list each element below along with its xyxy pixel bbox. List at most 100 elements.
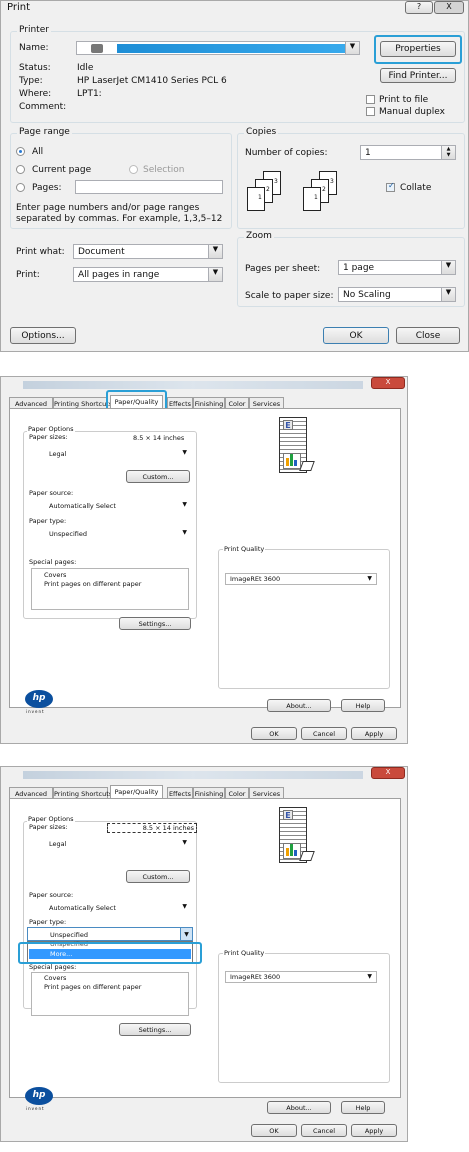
copies-spinner[interactable]: ▲ ▼	[441, 146, 455, 159]
cancel-button[interactable]: Cancel	[301, 1124, 347, 1137]
print-quality-select[interactable]: ImageREt 3600 ▼	[225, 971, 377, 983]
paper-type-label: Paper type:	[29, 517, 67, 525]
tab-effects[interactable]: Effects	[167, 787, 193, 798]
tab-printing-shortcuts[interactable]: Printing Shortcuts	[53, 787, 112, 798]
properties-button[interactable]: Properties	[380, 41, 456, 57]
paper-size-selected: Legal	[49, 450, 67, 458]
close-dialog-button[interactable]: Close	[396, 327, 460, 344]
name-label: Name:	[19, 43, 49, 53]
current-page-radio[interactable]	[16, 165, 25, 174]
chevron-down-icon: ▼	[367, 973, 372, 980]
paper-size-select[interactable]: Legal ▼	[31, 838, 191, 850]
print-dialog: Print ? X Printer Name: ▼ Properties Sta…	[0, 0, 469, 352]
paper-type-select[interactable]: Unspecified ▼	[27, 927, 193, 941]
options-button[interactable]: Options...	[10, 327, 76, 344]
tab-color[interactable]: Color	[225, 397, 249, 408]
help-button[interactable]: Help	[341, 699, 385, 712]
tab-paper-quality[interactable]: Paper/Quality	[110, 785, 163, 798]
about-button[interactable]: About...	[267, 1101, 331, 1114]
paper-type-selected: Unspecified	[49, 530, 87, 538]
print-what-label: Print what:	[16, 247, 65, 257]
tab-printing-shortcuts[interactable]: Printing Shortcuts	[53, 397, 112, 408]
custom-button[interactable]: Custom...	[126, 470, 190, 483]
chevron-down-icon[interactable]: ▼	[345, 42, 359, 54]
tab-effects[interactable]: Effects	[167, 397, 193, 408]
chevron-down-icon[interactable]: ▼	[208, 245, 222, 258]
copies-input[interactable]: 1 ▲ ▼	[360, 145, 456, 160]
selection-label: Selection	[143, 165, 185, 175]
paper-options-label: Paper Options	[27, 425, 75, 433]
cancel-button[interactable]: Cancel	[301, 727, 347, 740]
collate-checkbox[interactable]: ✓	[386, 181, 395, 192]
tab-services[interactable]: Services	[249, 787, 284, 798]
status-label: Status:	[19, 63, 51, 73]
paper-size-value: 8.5 × 14 inches	[107, 823, 197, 833]
list-item[interactable]: Covers	[44, 571, 66, 579]
apply-button[interactable]: Apply	[351, 1124, 397, 1137]
help-button[interactable]: Help	[341, 1101, 385, 1114]
paper-preview-icon: E	[279, 417, 317, 487]
more-highlight	[18, 942, 202, 964]
tab-services[interactable]: Services	[249, 397, 284, 408]
page-icon: 1	[247, 187, 265, 211]
zoom-label: Zoom	[244, 231, 274, 241]
tab-finishing[interactable]: Finishing	[193, 397, 225, 408]
chevron-down-icon[interactable]: ▼	[208, 268, 222, 281]
ok-button[interactable]: OK	[251, 727, 297, 740]
pages-input[interactable]	[75, 180, 223, 194]
special-pages-list[interactable]: Covers Print pages on different paper	[31, 972, 189, 1016]
ok-button[interactable]: OK	[251, 1124, 297, 1137]
settings-button[interactable]: Settings...	[119, 617, 191, 630]
print-to-file-checkbox[interactable]	[366, 95, 375, 104]
list-item[interactable]: Covers	[44, 974, 66, 982]
tab-advanced[interactable]: Advanced	[9, 787, 53, 798]
paper-source-select[interactable]: Automatically Select ▼	[31, 500, 191, 512]
pages-radio[interactable]	[16, 183, 25, 192]
title-bar-redacted	[23, 771, 363, 779]
list-item[interactable]: Print pages on different paper	[44, 983, 141, 991]
type-label: Type:	[19, 76, 43, 86]
comment-label: Comment:	[19, 102, 67, 112]
page-icon: 1	[303, 187, 321, 211]
paper-source-select[interactable]: Automatically Select ▼	[31, 902, 191, 914]
hint-line-2: separated by commas. For example, 1,3,5–…	[16, 214, 223, 224]
close-button[interactable]: X	[434, 1, 464, 14]
chevron-down-icon[interactable]: ▼	[441, 261, 455, 274]
printer-name-select[interactable]: ▼	[76, 41, 360, 55]
paper-source-selected: Automatically Select	[49, 904, 116, 912]
close-button[interactable]: X	[371, 767, 405, 779]
paper-type-select[interactable]: Unspecified ▼	[31, 528, 191, 540]
ok-button[interactable]: OK	[323, 327, 389, 344]
special-pages-list[interactable]: Covers Print pages on different paper	[31, 568, 189, 610]
apply-button[interactable]: Apply	[351, 727, 397, 740]
print-what-select[interactable]: Document ▼	[73, 244, 223, 259]
chevron-down-icon[interactable]: ▼	[441, 288, 455, 301]
chevron-down-icon[interactable]: ▼	[180, 928, 192, 940]
settings-button[interactable]: Settings...	[119, 1023, 191, 1036]
print-select[interactable]: All pages in range ▼	[73, 267, 223, 282]
collate-label: Collate	[400, 183, 432, 193]
tab-color[interactable]: Color	[225, 787, 249, 798]
selection-radio	[129, 165, 138, 174]
paper-size-select[interactable]: Legal ▼	[31, 448, 191, 460]
tab-finishing[interactable]: Finishing	[193, 787, 225, 798]
hint-line-1: Enter page numbers and/or page ranges	[16, 203, 200, 213]
paper-preview-icon: E	[279, 807, 317, 877]
manual-duplex-checkbox[interactable]	[366, 107, 375, 116]
chevron-down-icon: ▼	[367, 575, 372, 582]
scale-select[interactable]: No Scaling ▼	[338, 287, 456, 302]
about-button[interactable]: About...	[267, 699, 331, 712]
print-quality-select[interactable]: ImageREt 3600 ▼	[225, 573, 377, 585]
pages-per-sheet-select[interactable]: 1 page ▼	[338, 260, 456, 275]
close-button[interactable]: X	[371, 377, 405, 389]
print-quality-label: Print Quality	[223, 545, 266, 553]
hp-invent-label: invent	[26, 1106, 45, 1111]
paper-sizes-label: Paper sizes:	[29, 433, 68, 441]
find-printer-button[interactable]: Find Printer...	[380, 68, 456, 83]
tab-advanced[interactable]: Advanced	[9, 397, 53, 408]
list-item[interactable]: Print pages on different paper	[44, 580, 141, 588]
print-label: Print:	[16, 270, 40, 280]
help-button[interactable]: ?	[405, 1, 433, 14]
custom-button[interactable]: Custom...	[126, 870, 190, 883]
all-radio[interactable]	[16, 147, 25, 156]
